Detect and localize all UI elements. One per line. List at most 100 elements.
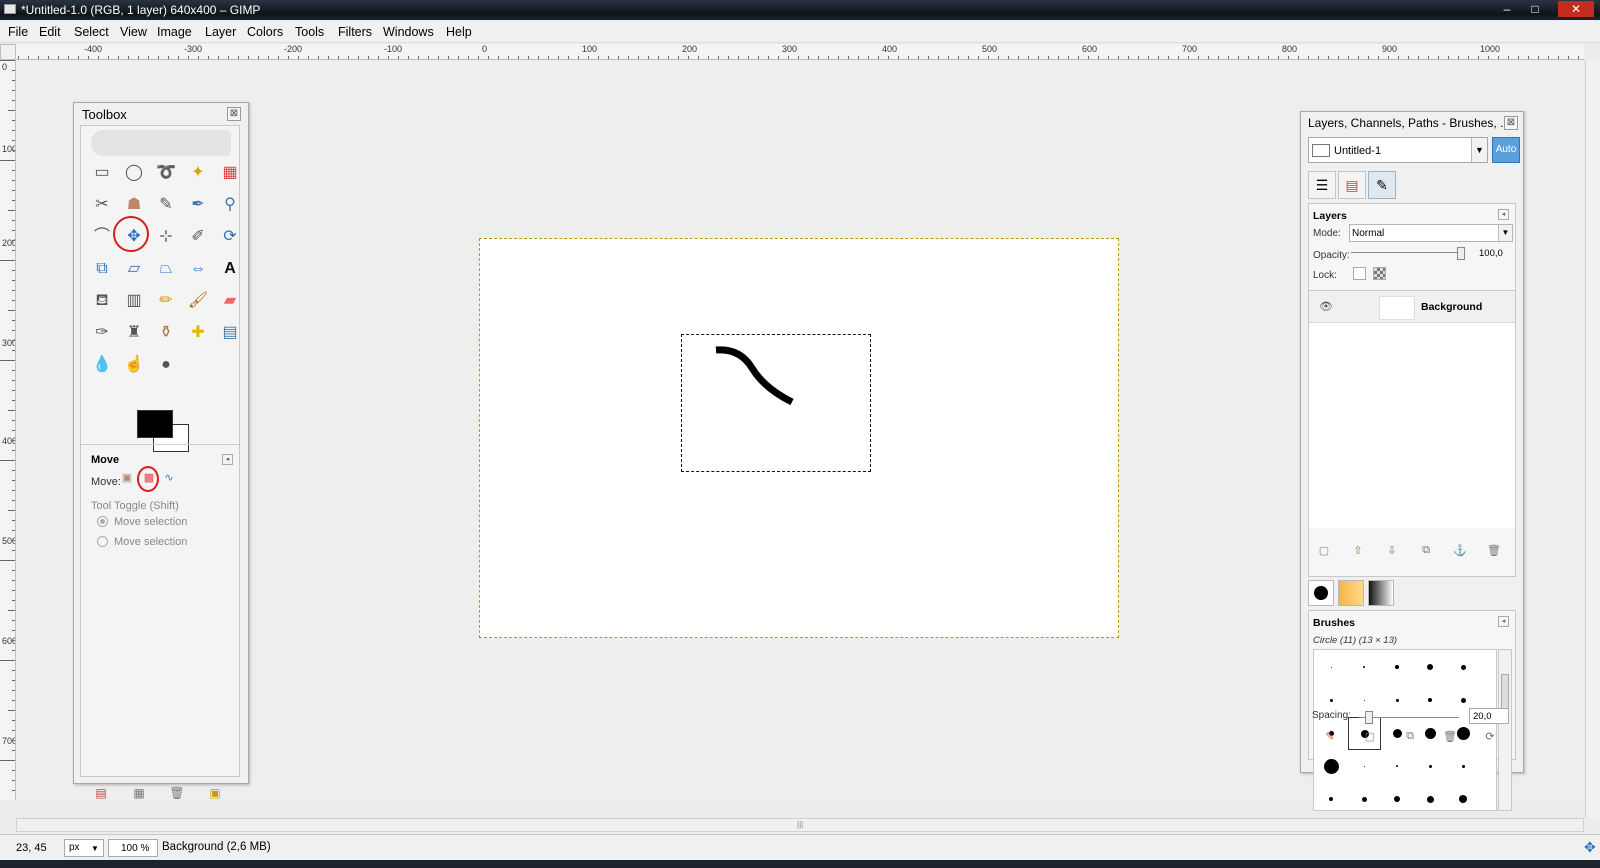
bucket-fill-icon[interactable]: ⛾ (89, 288, 115, 314)
save-options-icon[interactable]: ▤ (93, 786, 109, 800)
move-layer-icon[interactable]: ▣ (119, 470, 135, 486)
duplicate-layer-icon[interactable]: ⧉ (1419, 544, 1433, 558)
fuzzy-select-icon[interactable]: ✦ (185, 160, 211, 186)
radio-move-selection-1[interactable]: Move selection (97, 516, 187, 528)
paintbrush-icon[interactable]: 🖌 (185, 288, 211, 314)
heal-icon[interactable]: ✚ (185, 320, 211, 346)
brush-preset[interactable] (1381, 651, 1414, 684)
select-by-color-icon[interactable]: ▦ (217, 160, 243, 186)
lower-layer-icon[interactable]: ⇩ (1385, 544, 1399, 558)
eraser-icon[interactable]: ▰ (217, 288, 243, 314)
unit-select[interactable]: px ▼ (64, 839, 104, 857)
brush-preset[interactable] (1381, 750, 1414, 783)
brush-preset[interactable] (1414, 651, 1447, 684)
tab-patterns-icon[interactable] (1338, 580, 1364, 606)
scissors-icon[interactable]: ✂ (89, 192, 115, 218)
measure-icon[interactable]: ⌒ (89, 224, 115, 250)
tab-layers-stack-icon[interactable]: ☰ (1308, 171, 1336, 199)
spacing-value[interactable]: 20,0 (1469, 708, 1509, 724)
paths-icon[interactable]: ✎ (153, 192, 179, 218)
shear-icon[interactable]: ▱ (121, 256, 147, 282)
lock-alpha-checkbox[interactable] (1373, 267, 1386, 280)
horizontal-scrollbar[interactable]: ||| (16, 818, 1584, 832)
brush-preset[interactable] (1315, 750, 1348, 783)
menu-colors[interactable]: Colors (247, 25, 283, 39)
vertical-scrollbar[interactable] (1585, 60, 1600, 818)
tool-options-menu-icon[interactable]: ◂ (222, 454, 233, 465)
duplicate-brush-icon[interactable]: ⧉ (1403, 730, 1417, 744)
brush-preset[interactable] (1447, 750, 1480, 783)
anchor-layer-icon[interactable]: ⚓ (1453, 544, 1467, 558)
dodge-burn-icon[interactable]: ● (153, 352, 179, 378)
maximize-button[interactable]: □ (1524, 1, 1546, 17)
ruler-corner[interactable] (0, 44, 16, 60)
blur-icon[interactable]: 💧 (89, 352, 115, 378)
brush-preset[interactable] (1348, 651, 1381, 684)
opacity-slider-handle[interactable] (1457, 247, 1465, 260)
restore-options-icon[interactable]: ▦ (131, 786, 147, 800)
crop-icon[interactable]: ✐ (185, 224, 211, 250)
menu-view[interactable]: View (120, 25, 147, 39)
text-tool-icon[interactable]: A (217, 256, 243, 282)
brush-preset[interactable] (1381, 684, 1414, 717)
menu-filters[interactable]: Filters (338, 25, 372, 39)
radio-move-selection-2[interactable]: Move selection (97, 536, 187, 548)
brushes-menu-icon[interactable]: ◂ (1498, 616, 1509, 627)
menu-help[interactable]: Help (446, 25, 472, 39)
brush-preset[interactable] (1315, 783, 1348, 810)
horizontal-ruler[interactable]: -400 -300 -200 -100 0 100 200 300 400 50… (16, 44, 1584, 60)
layer-name[interactable]: Background (1421, 301, 1482, 313)
opacity-value[interactable]: 100,0 (1479, 248, 1503, 259)
menu-file[interactable]: File (8, 25, 28, 39)
tab-channels-icon[interactable]: ▤ (1338, 171, 1366, 199)
raise-layer-icon[interactable]: ⇧ (1351, 544, 1365, 558)
smudge-icon[interactable]: ☝ (121, 352, 147, 378)
blend-icon[interactable]: ▥ (121, 288, 147, 314)
menu-edit[interactable]: Edit (39, 25, 61, 39)
brush-preset[interactable] (1414, 684, 1447, 717)
menu-select[interactable]: Select (74, 25, 109, 39)
chevron-down-icon[interactable]: ▼ (91, 844, 99, 853)
chevron-down-icon[interactable]: ▼ (1471, 138, 1487, 162)
zoom-icon[interactable]: ⚲ (217, 192, 243, 218)
menu-tools[interactable]: Tools (295, 25, 324, 39)
brush-preset[interactable] (1414, 750, 1447, 783)
align-icon[interactable]: ⊹ (153, 224, 179, 250)
move-path-icon[interactable]: ∿ (161, 470, 177, 486)
pencil-icon[interactable]: ✏ (153, 288, 179, 314)
foreground-select-icon[interactable]: ☗ (121, 192, 147, 218)
brush-preset[interactable] (1348, 783, 1381, 810)
mode-select[interactable]: Normal ▼ (1349, 224, 1513, 242)
refresh-brushes-icon[interactable]: ⟳ (1483, 730, 1497, 744)
tab-paths-icon[interactable]: ✎ (1368, 171, 1396, 199)
close-window-button[interactable]: ✕ (1558, 1, 1594, 17)
layer-row[interactable]: 👁 Background (1309, 291, 1515, 323)
menu-layer[interactable]: Layer (205, 25, 236, 39)
brush-preset[interactable] (1348, 750, 1381, 783)
brush-preset[interactable] (1447, 651, 1480, 684)
layers-menu-icon[interactable]: ◂ (1498, 209, 1509, 220)
minimize-button[interactable]: – (1496, 1, 1518, 17)
delete-layer-icon[interactable]: 🗑 (1487, 544, 1501, 558)
vertical-ruler[interactable]: 0 100 200 300 400 500 600 700 (0, 60, 16, 800)
brush-scrollbar[interactable] (1498, 649, 1512, 811)
auto-button[interactable]: Auto (1492, 137, 1520, 163)
spacing-slider-handle[interactable] (1365, 711, 1373, 724)
eye-icon[interactable]: 👁 (1319, 300, 1333, 313)
rotate-icon[interactable]: ⟳ (217, 224, 243, 250)
perspective-clone-icon[interactable]: ▤ (217, 320, 243, 346)
new-layer-icon[interactable]: ▢ (1317, 544, 1331, 558)
opacity-slider-track[interactable] (1351, 252, 1463, 253)
brush-preset[interactable] (1381, 783, 1414, 810)
airbrush-icon[interactable]: ✑ (89, 320, 115, 346)
clone-icon[interactable]: ⚱ (153, 320, 179, 346)
flip-icon[interactable]: ⇔ (185, 256, 211, 282)
zoom-select[interactable]: 100 % (108, 839, 158, 857)
chevron-down-icon[interactable]: ▼ (1498, 225, 1512, 241)
brush-preset[interactable] (1315, 651, 1348, 684)
navigate-icon[interactable]: ✥ (1584, 839, 1596, 856)
brush-preset[interactable] (1414, 783, 1447, 810)
brush-preset[interactable] (1447, 783, 1480, 810)
menu-windows[interactable]: Windows (383, 25, 434, 39)
tab-gradients-icon[interactable] (1368, 580, 1394, 606)
